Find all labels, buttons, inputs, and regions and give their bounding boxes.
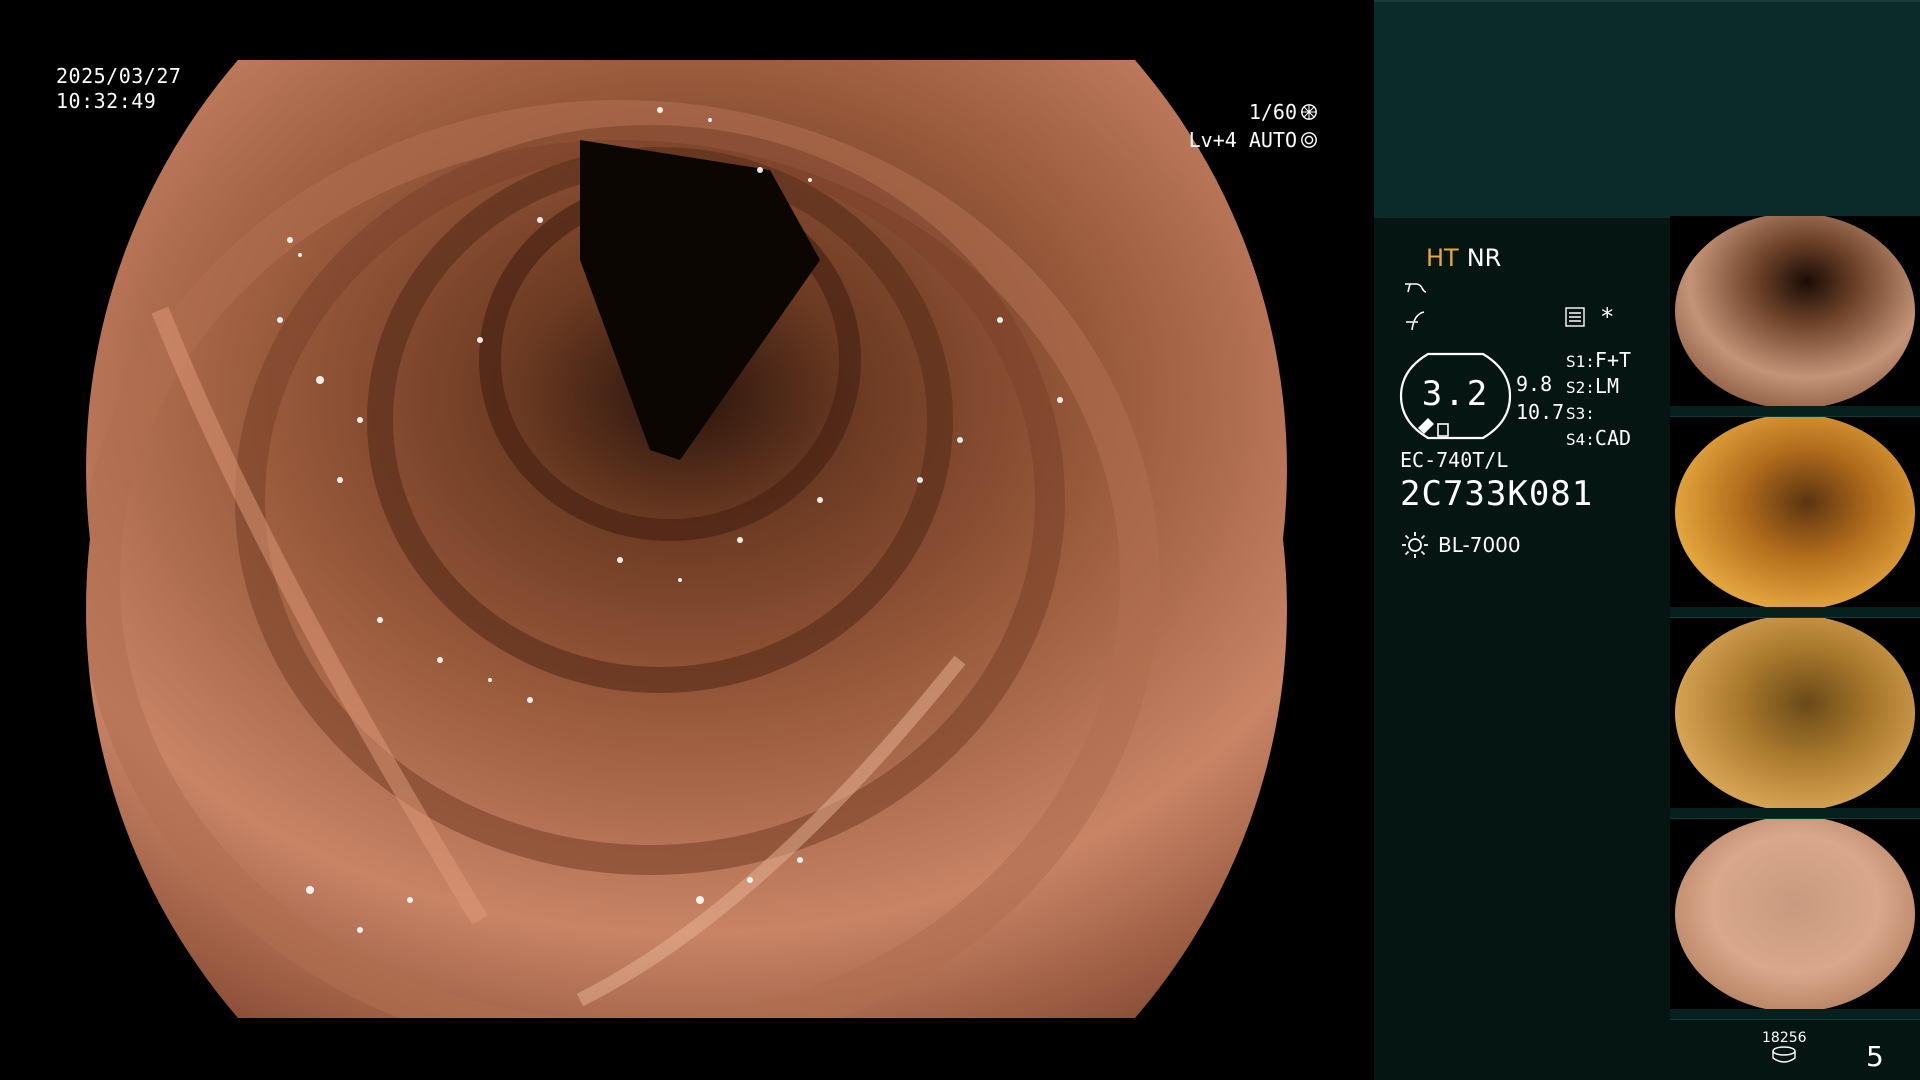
capture-thumbnails	[1670, 216, 1920, 1020]
thumbnail[interactable]	[1670, 216, 1920, 417]
thumbnail[interactable]	[1670, 417, 1920, 618]
storage-icon	[1772, 1046, 1796, 1063]
processing-modes: HT NR	[1426, 244, 1501, 272]
endoscopy-monitor: 2025/03/27 10:32:49 1/60 Lv+4 AUTO HTNR	[0, 0, 1920, 1080]
switch-presets: S1:F+T S2:LM S3: S4:CAD	[1566, 348, 1631, 452]
scope-model: EC-740T/L	[1400, 448, 1509, 472]
shutter-text: 1/60	[1248, 100, 1297, 124]
endoscope-live-view	[60, 60, 1313, 1018]
storage-count: 18256	[1762, 1030, 1807, 1046]
gauge-readout: 9.8 10.7	[1516, 370, 1564, 426]
enhance-icon	[1405, 283, 1427, 293]
magnification-gauge: 3.2	[1398, 350, 1513, 442]
setting-icons: *	[1564, 303, 1615, 331]
time-text: 10:32:49	[56, 89, 157, 113]
preset-key: S4:	[1566, 430, 1595, 449]
exposure-readout: 1/60 Lv+4 AUTO	[1189, 98, 1318, 154]
flex-icon	[1406, 311, 1425, 331]
date-time-readout: 2025/03/27 10:32:49	[56, 64, 181, 114]
capture-count: 5	[1866, 1040, 1884, 1073]
shutter-icon	[1301, 104, 1317, 120]
preset-s4: S4:CAD	[1566, 426, 1631, 452]
preset-s3: S3:	[1566, 400, 1631, 426]
light-source-name: BL-7000	[1438, 533, 1521, 557]
info-side-panel: HT NR * 3.2 9.8 10.7 S1:F+T S2:LM S3: S4…	[1374, 0, 1920, 1080]
gauge-value: 3.2	[1421, 374, 1490, 414]
status-icon-stack	[1402, 276, 1428, 340]
gauge-lower: 10.7	[1516, 400, 1565, 424]
mode-nr-label: NR	[1466, 244, 1502, 272]
settings-icon	[1565, 307, 1585, 327]
preset-key: S1:	[1566, 352, 1595, 371]
preset-value: CAD	[1594, 426, 1632, 450]
asterisk-icon: *	[1600, 303, 1615, 331]
preset-s2: S2:LM	[1566, 374, 1631, 400]
mode-ht-label: HT	[1426, 244, 1459, 272]
thumbnail[interactable]	[1670, 819, 1920, 1020]
preset-key: S3:	[1566, 404, 1595, 423]
gauge-upper: 9.8	[1516, 372, 1553, 396]
preset-value: LM	[1594, 374, 1619, 398]
preset-value: F+T	[1594, 348, 1632, 372]
iris-icon	[1301, 132, 1317, 148]
preset-s1: S1:F+T	[1566, 348, 1631, 374]
preset-key: S2:	[1566, 378, 1595, 397]
light-source-icon	[1402, 532, 1428, 558]
storage-counter: 18256	[1762, 1030, 1807, 1064]
panel-header-area	[1374, 0, 1920, 218]
thumbnail[interactable]	[1670, 618, 1920, 819]
date-text: 2025/03/27	[56, 64, 182, 88]
light-source-row: BL-7000	[1400, 530, 1521, 560]
iris-text: Lv+4 AUTO	[1188, 128, 1297, 152]
scope-serial: 2C733K081	[1400, 474, 1594, 514]
